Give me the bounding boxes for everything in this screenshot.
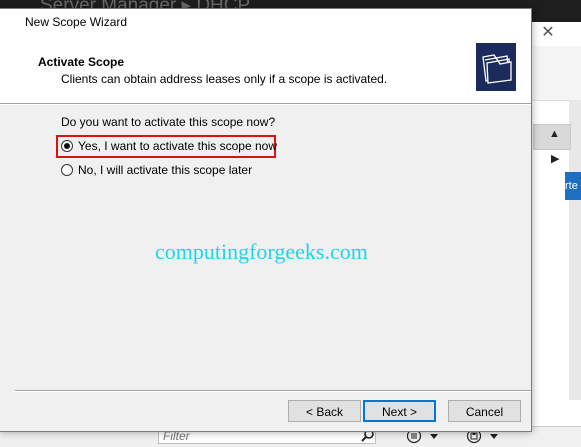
- header-divider: [0, 104, 531, 105]
- start-action-label: rte: [565, 180, 578, 192]
- dialog-title: New Scope Wizard: [25, 15, 128, 29]
- page-subtitle: Clients can obtain address leases only i…: [61, 72, 388, 86]
- new-scope-wizard-dialog: New Scope Wizard Activate Scope Clients …: [0, 8, 532, 432]
- radio-no-label[interactable]: No, I will activate this scope later: [78, 163, 252, 177]
- back-button[interactable]: < Back: [288, 400, 361, 422]
- folders-icon: [476, 43, 516, 91]
- activation-question: Do you want to activate this scope now?: [61, 115, 276, 129]
- chevron-right-icon[interactable]: ▶: [551, 152, 559, 165]
- right-toolbar: [533, 46, 581, 101]
- page-title: Activate Scope: [38, 55, 125, 69]
- radio-no-activate[interactable]: [61, 164, 73, 176]
- cancel-button[interactable]: Cancel: [448, 400, 521, 422]
- start-action-button[interactable]: rte: [565, 172, 581, 200]
- watermark-text: computingforgeeks.com: [155, 239, 368, 264]
- next-button[interactable]: Next >: [363, 400, 436, 422]
- footer-divider-highlight: [15, 391, 531, 392]
- close-icon[interactable]: ✕: [536, 22, 560, 44]
- radio-yes-activate[interactable]: [61, 140, 73, 152]
- dialog-titlebar[interactable]: New Scope Wizard: [0, 9, 531, 34]
- radio-yes-label[interactable]: Yes, I want to activate this scope now: [78, 139, 277, 153]
- wizard-header: Activate Scope Clients can obtain addres…: [0, 34, 531, 104]
- chevron-up-icon[interactable]: ▲: [549, 128, 560, 140]
